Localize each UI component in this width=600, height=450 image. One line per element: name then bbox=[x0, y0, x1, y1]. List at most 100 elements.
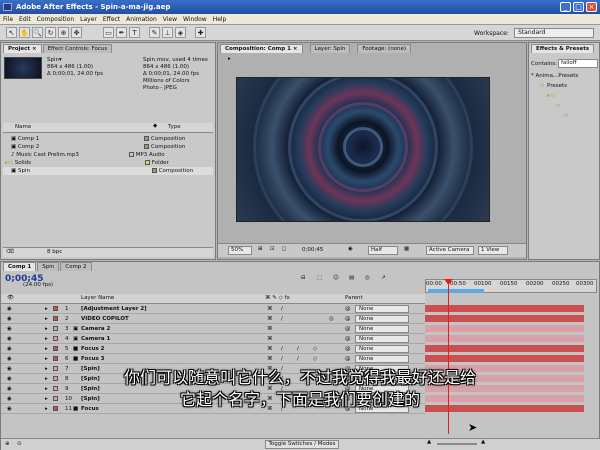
layer-label-color[interactable] bbox=[53, 344, 58, 353]
menu-effect[interactable]: Effect bbox=[100, 14, 123, 25]
fx-switch-icon[interactable]: / bbox=[281, 304, 283, 313]
pen-tool-icon[interactable]: ✒ bbox=[116, 27, 127, 38]
layer-label-color[interactable] bbox=[53, 324, 58, 333]
folder-icon[interactable]: ▭ bbox=[563, 113, 568, 119]
shy-switch-icon[interactable]: ⌘ bbox=[267, 344, 273, 353]
eye-icon[interactable]: ◉ bbox=[7, 314, 12, 323]
view-layout-dropdown[interactable]: 1 View bbox=[478, 246, 508, 255]
eye-icon[interactable]: ◉ bbox=[7, 354, 12, 363]
tab-comp-2[interactable]: Comp 2 bbox=[60, 262, 92, 271]
pan-behind-tool-icon[interactable]: ✥ bbox=[71, 27, 82, 38]
contains-search-input[interactable]: falloff bbox=[558, 59, 598, 68]
shy-switch-icon[interactable]: ⌘ bbox=[267, 334, 273, 343]
rotate-tool-icon[interactable]: ↻ bbox=[45, 27, 56, 38]
tree-animation-presets[interactable]: * Anima...Presets bbox=[531, 73, 578, 79]
column-layer-name[interactable]: Layer Name bbox=[81, 295, 114, 301]
layer-label-color[interactable] bbox=[53, 354, 58, 363]
parent-dropdown[interactable]: None bbox=[355, 305, 409, 313]
fx-switch-icon[interactable]: / bbox=[297, 344, 299, 353]
toggle-switches-modes-button[interactable]: Toggle Switches / Modes bbox=[265, 440, 339, 449]
motion-blur-icon[interactable]: ◎ bbox=[365, 275, 370, 281]
parent-dropdown[interactable]: None bbox=[355, 315, 409, 323]
clone-stamp-tool-icon[interactable]: ⊥ bbox=[162, 27, 173, 38]
parent-pickwhip-icon[interactable]: @ bbox=[345, 334, 351, 343]
draft-3d-icon[interactable]: ⬚ bbox=[317, 275, 322, 281]
fx-switch-icon[interactable]: / bbox=[281, 314, 283, 323]
tab-spin[interactable]: Spin bbox=[37, 262, 60, 271]
frame-blend-icon[interactable]: ▤ bbox=[349, 275, 354, 281]
region-icon[interactable]: ◻ bbox=[282, 246, 287, 252]
parent-pickwhip-icon[interactable]: @ bbox=[345, 304, 351, 313]
adjustment-switch-icon[interactable]: ◇ bbox=[313, 344, 317, 353]
preview-name[interactable]: Spin▾ bbox=[47, 57, 62, 63]
zoom-tool-icon[interactable]: 🔍 bbox=[32, 27, 43, 38]
column-type[interactable]: Type bbox=[168, 124, 181, 130]
comp-flowchart-icon[interactable]: ⊟ bbox=[301, 275, 306, 281]
menu-file[interactable]: File bbox=[0, 14, 16, 25]
snapshot-icon[interactable]: ◉ bbox=[348, 246, 353, 252]
graph-editor-icon[interactable]: ↗ bbox=[381, 275, 386, 281]
rectangle-tool-icon[interactable]: ▭ bbox=[103, 27, 114, 38]
menu-composition[interactable]: Composition bbox=[34, 14, 77, 25]
shy-switch-icon[interactable]: ⌘ bbox=[267, 314, 273, 323]
layer-name[interactable]: Focus 3 bbox=[81, 354, 105, 363]
expand-icon[interactable]: ▸ bbox=[45, 314, 48, 323]
menu-view[interactable]: View bbox=[160, 14, 180, 25]
table-row[interactable]: ◉ ▸ 6 ■ Focus 3 ⌘ / / ◇ @ None bbox=[1, 354, 425, 364]
adjustment-switch-icon[interactable]: ◇ bbox=[313, 354, 317, 363]
menu-window[interactable]: Window bbox=[180, 14, 210, 25]
zoom-in-icon[interactable]: ▲ bbox=[481, 439, 485, 445]
parent-dropdown[interactable]: None bbox=[355, 325, 409, 333]
tab-project[interactable]: Project × bbox=[3, 44, 42, 53]
parent-dropdown[interactable]: None bbox=[355, 345, 409, 353]
fx-switch-icon[interactable]: / bbox=[297, 354, 299, 363]
3d-switch-icon[interactable]: ◎ bbox=[329, 314, 334, 323]
work-area-bar[interactable] bbox=[428, 289, 484, 293]
shy-switch-icon[interactable]: ⌘ bbox=[267, 304, 273, 313]
column-parent[interactable]: Parent bbox=[345, 295, 363, 301]
camera-dropdown[interactable]: Active Camera bbox=[426, 246, 474, 255]
puppet-tool-icon[interactable]: ✚ bbox=[195, 27, 206, 38]
tab-effects-presets[interactable]: Effects & Presets bbox=[531, 44, 595, 53]
selection-tool-icon[interactable]: ↖ bbox=[6, 27, 17, 38]
timeline-zoom-slider[interactable] bbox=[437, 443, 477, 445]
shy-icon[interactable]: ☺ bbox=[333, 275, 339, 281]
grid-icon[interactable]: ⊞ bbox=[258, 246, 263, 252]
hand-tool-icon[interactable]: ✋ bbox=[19, 27, 30, 38]
parent-pickwhip-icon[interactable]: @ bbox=[345, 314, 351, 323]
parent-pickwhip-icon[interactable]: @ bbox=[345, 354, 351, 363]
shy-switch-icon[interactable]: ⌘ bbox=[267, 324, 273, 333]
table-row[interactable]: ◉ ▸ 2 VIDEO COPILOT ⌘ / ◎ @ None bbox=[1, 314, 425, 324]
menu-edit[interactable]: Edit bbox=[16, 14, 34, 25]
shy-switch-icon[interactable]: ⌘ bbox=[267, 354, 273, 363]
table-row[interactable]: ◉ ▸ 4 ▣ Camera 1 ⌘ @ None bbox=[1, 334, 425, 344]
menu-layer[interactable]: Layer bbox=[77, 14, 100, 25]
tab-comp-1[interactable]: Comp 1 bbox=[3, 262, 37, 271]
minimize-button[interactable]: _ bbox=[560, 2, 571, 12]
menu-animation[interactable]: Animation bbox=[123, 14, 160, 25]
eraser-tool-icon[interactable]: ◈ bbox=[175, 27, 186, 38]
composition-viewer-image[interactable] bbox=[236, 77, 490, 222]
roi-icon[interactable]: ▦ bbox=[404, 246, 409, 252]
layer-label-color[interactable] bbox=[53, 304, 58, 313]
viewer-timecode[interactable]: 0;00;45 bbox=[302, 247, 323, 253]
layer-name[interactable]: Camera 1 bbox=[81, 334, 110, 343]
zoom-dropdown[interactable]: 50% bbox=[228, 246, 252, 255]
trash-icon[interactable]: ⌫ bbox=[6, 249, 14, 255]
tab-effect-controls[interactable]: Effect Controls: Focus bbox=[42, 44, 113, 53]
comp-menu-icon[interactable]: ▸ bbox=[228, 56, 231, 62]
expand-switches-icon[interactable]: ⊕ bbox=[5, 441, 10, 447]
expand-modes-icon[interactable]: ⊙ bbox=[17, 441, 22, 447]
list-item[interactable]: ▣ Comp 2 Composition bbox=[3, 143, 213, 151]
list-item[interactable]: ▸▭ Solids Folder bbox=[3, 159, 213, 167]
layer-name[interactable]: Camera 2 bbox=[81, 324, 110, 333]
mask-icon[interactable]: ⊡ bbox=[270, 246, 275, 252]
layer-name[interactable]: [Adjustment Layer 2] bbox=[81, 304, 147, 313]
list-item[interactable]: ▣ Spin Composition bbox=[3, 167, 213, 175]
brush-tool-icon[interactable]: ✎ bbox=[149, 27, 160, 38]
tab-layer[interactable]: Layer: Spin bbox=[309, 44, 351, 53]
tab-composition[interactable]: Composition: Comp 1 × bbox=[220, 44, 303, 53]
expand-icon[interactable]: ▸ bbox=[45, 324, 48, 333]
column-name[interactable]: Name bbox=[15, 124, 31, 130]
parent-pickwhip-icon[interactable]: @ bbox=[345, 324, 351, 333]
